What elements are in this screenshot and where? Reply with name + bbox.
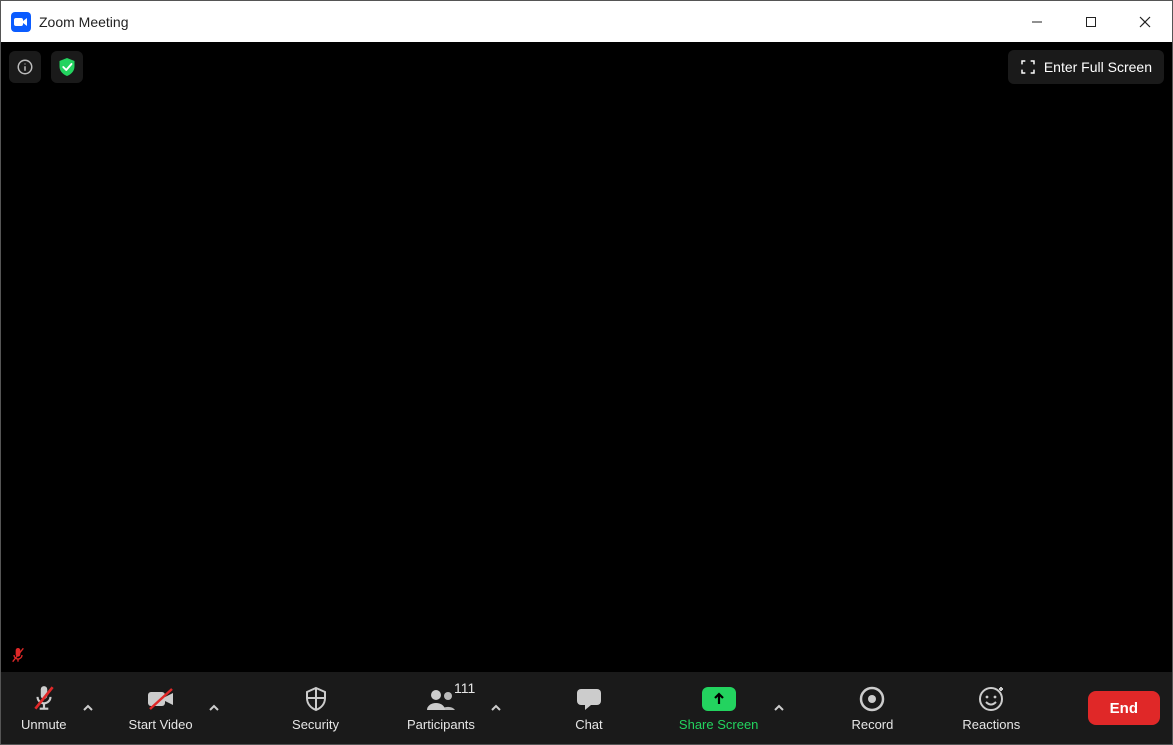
meeting-toolbar: Unmute Start Video	[1, 672, 1172, 744]
zoom-app-icon	[11, 12, 31, 32]
start-video-button[interactable]: Start Video	[121, 680, 201, 736]
titlebar-left: Zoom Meeting	[1, 12, 128, 32]
chat-button[interactable]: Chat	[559, 680, 619, 736]
microphone-muted-icon	[31, 684, 57, 714]
window-controls	[1010, 1, 1172, 42]
share-options-caret[interactable]	[768, 694, 790, 722]
share-screen-label: Share Screen	[679, 717, 759, 732]
video-area: Enter Full Screen	[1, 42, 1172, 672]
top-overlay: Enter Full Screen	[9, 50, 1164, 84]
participants-label: Participants	[407, 717, 475, 732]
reactions-label: Reactions	[962, 717, 1020, 732]
toolbar-right: End	[1088, 691, 1160, 725]
window-title: Zoom Meeting	[39, 14, 128, 30]
security-button[interactable]: Security	[284, 680, 347, 736]
participants-icon: 111	[426, 684, 456, 714]
shield-icon	[304, 684, 328, 714]
share-screen-button[interactable]: Share Screen	[671, 680, 767, 736]
audio-options-caret[interactable]	[77, 694, 99, 722]
enter-fullscreen-label: Enter Full Screen	[1044, 59, 1152, 75]
toolbar-left: Unmute Start Video	[13, 680, 247, 736]
self-muted-indicator	[9, 646, 27, 664]
security-label: Security	[292, 717, 339, 732]
meeting-info-button[interactable]	[9, 51, 41, 83]
zoom-window: Zoom Meeting	[0, 0, 1173, 745]
chat-icon	[575, 684, 603, 714]
video-options-caret[interactable]	[203, 694, 225, 722]
record-icon	[859, 684, 885, 714]
close-button[interactable]	[1118, 1, 1172, 42]
participants-button[interactable]: 111 Participants	[399, 680, 483, 736]
maximize-button[interactable]	[1064, 1, 1118, 42]
record-label: Record	[851, 717, 893, 732]
encryption-shield-button[interactable]	[51, 51, 83, 83]
share-screen-icon	[702, 684, 736, 714]
video-off-icon	[146, 684, 176, 714]
participants-count: 111	[454, 680, 475, 696]
unmute-label: Unmute	[21, 717, 67, 732]
toolbar-center: Security 111 Participants	[247, 680, 1088, 736]
titlebar: Zoom Meeting	[1, 1, 1172, 42]
enter-fullscreen-button[interactable]: Enter Full Screen	[1008, 50, 1164, 84]
start-video-label: Start Video	[129, 717, 193, 732]
end-meeting-button[interactable]: End	[1088, 691, 1160, 725]
chat-label: Chat	[575, 717, 602, 732]
reactions-icon	[978, 684, 1004, 714]
record-button[interactable]: Record	[842, 680, 902, 736]
participants-options-caret[interactable]	[485, 694, 507, 722]
fullscreen-icon	[1020, 59, 1036, 75]
unmute-button[interactable]: Unmute	[13, 680, 75, 736]
reactions-button[interactable]: Reactions	[954, 680, 1028, 736]
minimize-button[interactable]	[1010, 1, 1064, 42]
